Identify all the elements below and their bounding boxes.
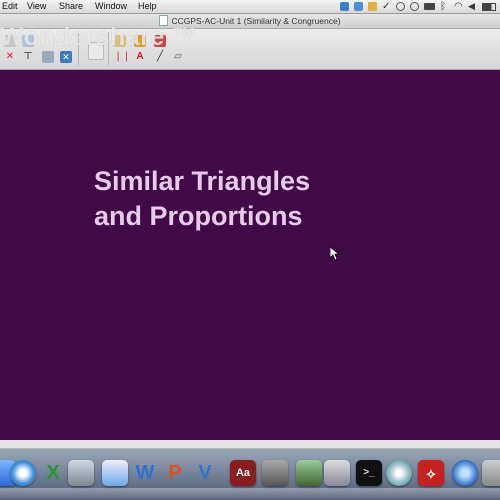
quicktime-icon[interactable] — [452, 460, 478, 486]
wifi-icon[interactable]: ◠ — [454, 2, 463, 12]
menu-bar: Edit View Share Window Help ✓ ᛒ ◠ ◀ — [0, 0, 500, 14]
eraser-icon[interactable]: ▱ — [172, 51, 184, 63]
slide-title-line-2: and Proportions — [94, 201, 303, 231]
dock-shelf — [0, 488, 500, 500]
display-icon[interactable] — [424, 3, 435, 10]
sync-icon[interactable] — [340, 2, 349, 11]
ftp-icon[interactable] — [368, 2, 377, 11]
dropbox-icon[interactable] — [354, 2, 363, 11]
powerpoint-icon[interactable]: P — [162, 460, 188, 486]
stop-icon[interactable] — [396, 2, 405, 11]
menu-help[interactable]: Help — [138, 0, 157, 13]
safari-icon[interactable] — [10, 460, 36, 486]
menu-share[interactable]: Share — [59, 0, 83, 13]
dvd-icon[interactable] — [386, 460, 412, 486]
word-icon[interactable]: W — [132, 460, 158, 486]
menu-edit[interactable]: Edit — [2, 0, 18, 13]
acrobat-icon[interactable]: ⟡ — [418, 460, 444, 486]
slide-title-line-1: Similar Triangles — [94, 166, 311, 196]
menu-window[interactable]: Window — [95, 0, 127, 13]
line-icon[interactable]: ╱ — [154, 51, 166, 63]
facetime-icon[interactable] — [68, 460, 94, 486]
volume-icon[interactable]: ◀ — [468, 2, 477, 11]
utility-icon[interactable] — [262, 460, 288, 486]
excel-icon[interactable]: X — [40, 460, 66, 486]
slide-canvas[interactable]: Similar Triangles and Proportions — [0, 70, 500, 440]
preview-icon[interactable] — [324, 460, 350, 486]
toolbar: ✕ ⊤ ✕ ❘❘ A ╱ ▱ Wondershare ™ — [0, 23, 500, 70]
slide-title: Similar Triangles and Proportions — [94, 164, 394, 234]
close-box-icon[interactable]: ✕ — [60, 51, 72, 63]
dictionary-icon[interactable]: Aa — [230, 460, 256, 486]
visio-icon[interactable]: V — [192, 460, 218, 486]
pens-icon[interactable]: ❘❘ — [114, 51, 131, 63]
text-color-icon[interactable]: A — [134, 51, 146, 63]
terminal-icon[interactable]: >_ — [356, 460, 382, 486]
insert-icon[interactable]: ⊤ — [22, 51, 34, 63]
bluetooth-icon[interactable]: ᛒ — [440, 2, 449, 12]
watermark-text: Wondershare ™ — [0, 23, 198, 51]
pages-icon[interactable] — [102, 460, 128, 486]
menu-view[interactable]: View — [27, 0, 46, 13]
checkmark-icon[interactable]: ✓ — [382, 2, 391, 12]
status-icons: ✓ ᛒ ◠ ◀ — [340, 1, 496, 12]
dock: X W P V Aa >_ ⟡ — [0, 449, 500, 500]
mouse-cursor-icon — [330, 247, 340, 261]
delete-icon[interactable]: ✕ — [4, 51, 16, 63]
time-machine-icon[interactable] — [410, 2, 419, 11]
table-icon[interactable] — [42, 51, 54, 63]
status-strip — [0, 440, 500, 449]
battery-icon[interactable] — [482, 2, 496, 11]
trash-icon[interactable] — [482, 460, 500, 486]
game-icon[interactable] — [296, 460, 322, 486]
